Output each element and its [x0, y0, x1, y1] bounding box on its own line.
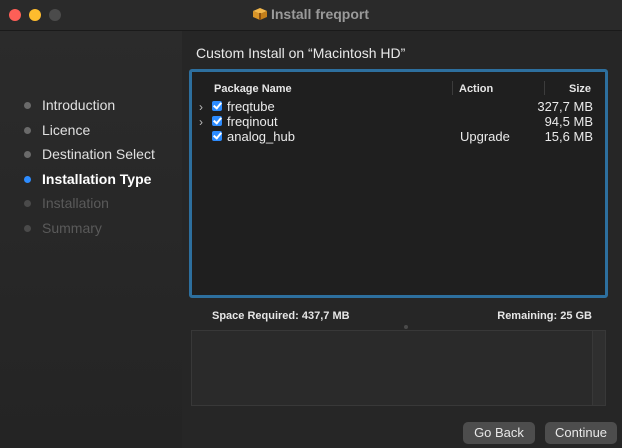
description-scrollbar[interactable]: [592, 331, 605, 405]
step-item: Destination Select: [24, 142, 155, 167]
chevron-right-icon[interactable]: ›: [199, 115, 203, 129]
package-checkbox[interactable]: [212, 116, 222, 126]
package-size: 15,6 MB: [544, 129, 593, 144]
steps-sidebar: Introduction Licence Destination Select Ins…: [0, 31, 182, 448]
table-row[interactable]: › freqtube 327,7 MB: [192, 99, 605, 115]
package-name: freqinout: [227, 114, 278, 129]
steps-list: Introduction Licence Destination Select Ins…: [24, 93, 155, 240]
step-item: Introduction: [24, 93, 155, 118]
step-label: Installation Type: [42, 170, 152, 187]
step-item: Installation: [24, 191, 155, 216]
step-bullet-icon: [24, 102, 31, 109]
column-header-name[interactable]: Package Name: [214, 83, 292, 95]
table-rows: › freqtube 327,7 MB › freqinout 94,5 MB analog…: [192, 99, 605, 145]
table-row[interactable]: analog_hub Upgrade 15,6 MB: [192, 129, 605, 145]
step-label: Destination Select: [42, 146, 155, 162]
step-item: Licence: [24, 118, 155, 143]
package-checkbox[interactable]: [212, 101, 222, 111]
package-action: Upgrade: [460, 129, 510, 144]
table-header: Package Name Action Size: [192, 72, 605, 100]
installer-window: Install freqport Introduction Licence Dest…: [0, 0, 622, 448]
go-back-button[interactable]: Go Back: [463, 422, 535, 444]
package-checkbox[interactable]: [212, 131, 222, 141]
step-label: Introduction: [42, 97, 116, 113]
window-title: Install freqport: [0, 6, 622, 22]
chevron-right-icon[interactable]: ›: [199, 100, 203, 114]
step-bullet-icon: [24, 200, 31, 207]
table-row[interactable]: › freqinout 94,5 MB: [192, 114, 605, 130]
package-name: analog_hub: [227, 129, 295, 144]
step-item: Summary: [24, 216, 155, 241]
column-header-size[interactable]: Size: [569, 83, 591, 95]
space-remaining: Remaining: 25 GB: [497, 310, 592, 322]
package-name: freqtube: [227, 99, 275, 114]
step-bullet-icon: [24, 175, 31, 183]
step-label: Summary: [42, 219, 102, 236]
resize-grip[interactable]: [404, 325, 408, 329]
step-item: Installation Type: [24, 167, 155, 192]
package-size: 94,5 MB: [544, 114, 593, 129]
step-bullet-icon: [24, 151, 31, 158]
page-heading: Custom Install on “Macintosh HD”: [196, 45, 406, 61]
package-size: 327,7 MB: [537, 99, 593, 114]
title-bar: Install freqport: [0, 0, 622, 31]
step-bullet-icon: [24, 126, 31, 134]
continue-button[interactable]: Continue: [545, 422, 617, 444]
column-header-action[interactable]: Action: [459, 83, 493, 95]
window-title-text: Install freqport: [270, 6, 369, 22]
space-summary: Space Required: 437,7 MB Remaining: 25 G…: [196, 309, 606, 329]
step-bullet-icon: [24, 224, 31, 232]
column-divider[interactable]: [544, 81, 545, 95]
column-divider[interactable]: [452, 81, 453, 95]
package-table[interactable]: Package Name Action Size › freqtube 327,7 …: [189, 69, 608, 298]
package-icon: [252, 8, 267, 20]
space-required: Space Required: 437,7 MB: [212, 310, 350, 322]
step-label: Installation: [42, 195, 109, 211]
package-description: [191, 330, 606, 406]
step-label: Licence: [42, 121, 91, 138]
